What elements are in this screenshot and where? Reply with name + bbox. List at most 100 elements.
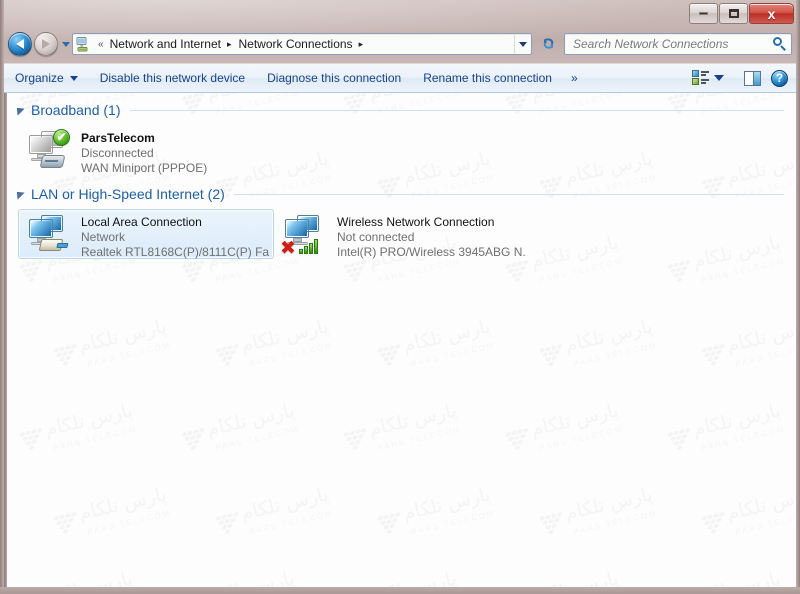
watermark: پارس تلکامPARS TELECOM bbox=[17, 564, 147, 587]
watermark-logo-icon bbox=[539, 343, 569, 370]
previous-locations-button[interactable] bbox=[514, 34, 531, 54]
watermark-english-text: PARS TELECOM bbox=[700, 256, 787, 285]
watermark-logo-icon bbox=[505, 427, 535, 454]
watermark-logo-icon bbox=[343, 259, 373, 286]
wireless-network-connection-icon: ✖ bbox=[280, 213, 329, 259]
breadcrumb-separator-1[interactable]: ▸ bbox=[227, 39, 232, 50]
collapse-triangle-icon[interactable] bbox=[13, 104, 25, 116]
ethernet-adapter-icon bbox=[38, 239, 64, 251]
minimize-icon bbox=[699, 12, 708, 15]
chevron-down-icon bbox=[69, 75, 78, 81]
watermark: پارس تلکامPARS TELECOM bbox=[51, 480, 181, 564]
watermark: پارس تلکامPARS TELECOM bbox=[341, 564, 471, 587]
explorer-window: x « Network and Internet ▸ Network Conne… bbox=[0, 0, 800, 594]
watermark-persian-text: پارس تلکام bbox=[690, 399, 783, 441]
watermark-logo-icon bbox=[53, 343, 83, 370]
list-item[interactable]: ✔ ParsTelecom Disconnected WAN Miniport … bbox=[18, 125, 274, 175]
signal-strength-icon bbox=[299, 238, 321, 254]
watermark-logo-icon bbox=[667, 259, 697, 286]
watermark-persian-text: پارس تلکام bbox=[204, 399, 297, 441]
toolbar-overflow-button[interactable]: » bbox=[563, 71, 586, 85]
list-item[interactable]: ✖ Wireless Network Connection Not connec… bbox=[274, 209, 530, 259]
connection-name: Wireless Network Connection bbox=[337, 215, 495, 229]
modem-icon bbox=[39, 155, 66, 168]
search-input[interactable] bbox=[571, 36, 773, 52]
breadcrumb-overflow-chevron[interactable]: « bbox=[98, 39, 104, 50]
chevron-down-icon bbox=[519, 41, 527, 47]
watermark: پارس تلکامPARS TELECOM bbox=[537, 312, 667, 396]
watermark-logo-icon bbox=[181, 427, 211, 454]
watermark-english-text: PARS TELECOM bbox=[572, 340, 659, 369]
watermark-logo-icon bbox=[505, 259, 535, 286]
watermark-english-text: PARS TELECOM bbox=[538, 424, 625, 453]
watermark-english-text: PARS TELECOM bbox=[86, 340, 173, 369]
connections-list-view[interactable]: پارس تلکامPARS TELECOMپارس تلکامPARS TEL… bbox=[4, 93, 796, 587]
group-header-lan[interactable]: LAN or High-Speed Internet (2) bbox=[4, 183, 796, 205]
refresh-icon bbox=[541, 36, 556, 53]
close-button[interactable]: x bbox=[749, 3, 794, 24]
close-icon: x bbox=[767, 5, 776, 22]
group-lan: LAN or High-Speed Internet (2) Local Are… bbox=[4, 183, 796, 259]
maximize-button[interactable] bbox=[719, 3, 748, 24]
help-icon[interactable]: ? bbox=[771, 69, 788, 87]
organize-button[interactable]: Organize bbox=[4, 67, 89, 89]
search-box[interactable] bbox=[564, 33, 792, 55]
watermark-english-text: PARS TELECOM bbox=[700, 424, 787, 453]
breadcrumb-item-2[interactable]: Network Connections bbox=[237, 36, 355, 52]
list-item-text: ParsTelecom Disconnected WAN Miniport (P… bbox=[81, 129, 207, 176]
watermark-logo-icon bbox=[19, 259, 49, 286]
watermark-english-text: PARS TELECOM bbox=[734, 508, 796, 537]
watermark-logo-icon bbox=[19, 427, 49, 454]
watermark-logo-icon bbox=[377, 343, 407, 370]
watermark-persian-text: پارس تلکام bbox=[238, 483, 331, 525]
change-view-icon[interactable] bbox=[692, 70, 709, 86]
recent-pages-dropdown-icon[interactable] bbox=[62, 41, 70, 47]
watermark-english-text: PARS TELECOM bbox=[410, 508, 497, 537]
not-connected-x-badge-icon: ✖ bbox=[280, 237, 296, 259]
connection-device: Realtek RTL8168C(P)/8111C(P) Fa... bbox=[81, 245, 269, 259]
connection-status: Not connected bbox=[337, 230, 415, 244]
preview-pane-icon[interactable] bbox=[744, 70, 761, 86]
watermark-english-text: PARS TELECOM bbox=[86, 508, 173, 537]
breadcrumb-separator-2[interactable]: ▸ bbox=[359, 39, 364, 50]
watermark-persian-text: پارس تلکام bbox=[400, 315, 493, 357]
diagnose-connection-button[interactable]: Diagnose this connection bbox=[256, 67, 412, 89]
rename-connection-button[interactable]: Rename this connection bbox=[412, 67, 563, 89]
watermark-persian-text: پارس تلکام bbox=[724, 483, 796, 525]
change-view-dropdown-icon[interactable] bbox=[714, 75, 724, 81]
disable-network-device-button[interactable]: Disable this network device bbox=[89, 67, 256, 89]
refresh-button[interactable] bbox=[536, 33, 560, 55]
watermark-persian-text: پارس تلکام bbox=[366, 399, 459, 441]
watermark: پارس تلکامPARS TELECOM bbox=[17, 396, 147, 480]
watermark-logo-icon bbox=[701, 343, 731, 370]
watermark-persian-text: پارس تلکام bbox=[238, 315, 331, 357]
address-bar-right bbox=[514, 34, 531, 54]
command-bar-right: ? bbox=[692, 69, 796, 87]
watermark: پارس تلکامPARS TELECOM bbox=[179, 396, 309, 480]
connection-status: Network bbox=[81, 230, 126, 244]
connection-device: Intel(R) PRO/Wireless 3945ABG N... bbox=[337, 245, 525, 259]
back-button[interactable] bbox=[8, 32, 32, 56]
connection-name: ParsTelecom bbox=[81, 131, 155, 145]
watermark-logo-icon bbox=[539, 511, 569, 538]
list-item-text: Local Area Connection Network Realtek RT… bbox=[81, 213, 269, 260]
connection-name: Local Area Connection bbox=[81, 215, 202, 229]
breadcrumb-item-1[interactable]: Network and Internet bbox=[108, 36, 223, 52]
watermark-english-text: PARS TELECOM bbox=[248, 340, 335, 369]
list-item[interactable]: Local Area Connection Network Realtek RT… bbox=[18, 209, 274, 259]
address-bar[interactable]: « Network and Internet ▸ Network Connect… bbox=[72, 33, 532, 55]
command-bar: Organize Disable this network device Dia… bbox=[4, 64, 796, 93]
watermark: پارس تلکامPARS TELECOM bbox=[179, 564, 309, 587]
group-header-broadband[interactable]: Broadband (1) bbox=[4, 99, 796, 121]
forward-button[interactable] bbox=[34, 32, 58, 56]
watermark-english-text: PARS TELECOM bbox=[572, 508, 659, 537]
search-icon[interactable] bbox=[773, 37, 787, 51]
minimize-button[interactable] bbox=[689, 3, 718, 24]
window-controls: x bbox=[688, 3, 794, 24]
watermark-logo-icon bbox=[215, 343, 245, 370]
watermark-persian-text: پارس تلکام bbox=[562, 315, 655, 357]
collapse-triangle-icon[interactable] bbox=[13, 188, 25, 200]
watermark-english-text: PARS TELECOM bbox=[52, 256, 139, 285]
watermark: پارس تلکامPARS TELECOM bbox=[213, 312, 343, 396]
watermark-english-text: PARS TELECOM bbox=[376, 424, 463, 453]
